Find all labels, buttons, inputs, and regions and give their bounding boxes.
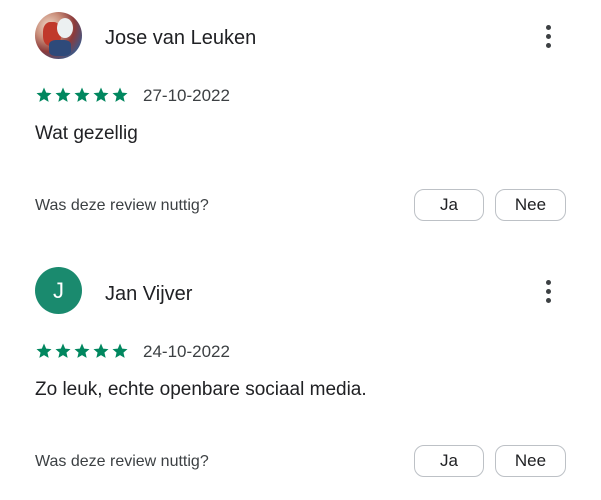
helpful-yes-button[interactable]: Ja — [414, 189, 484, 221]
review-card: J Jan Vijver 24-10-2022 Zo leuk, echte o… — [0, 256, 601, 496]
star-icon — [55, 87, 71, 102]
star-icon — [112, 87, 128, 102]
star-rating — [35, 342, 129, 360]
star-icon — [74, 87, 90, 102]
star-icon — [112, 343, 128, 358]
review-text: Zo leuk, echte openbare sociaal media. — [35, 379, 367, 400]
review-date: 24-10-2022 — [143, 342, 230, 361]
star-icon — [93, 87, 109, 102]
star-icon — [74, 343, 90, 358]
user-avatar-photo — [35, 12, 82, 59]
star-icon — [93, 343, 109, 358]
star-icon — [55, 343, 71, 358]
helpful-no-button[interactable]: Nee — [495, 189, 566, 221]
review-author: Jose van Leuken — [105, 27, 257, 49]
star-icon — [36, 343, 52, 358]
review-date: 27-10-2022 — [143, 86, 230, 105]
helpful-question: Was deze review nuttig? — [35, 197, 209, 214]
more-options-menu-icon[interactable] — [534, 19, 562, 53]
helpful-no-button[interactable]: Nee — [495, 445, 566, 477]
review-card: Jose van Leuken 27-10-2022 Wat gezellig … — [0, 0, 601, 240]
helpful-yes-button[interactable]: Ja — [414, 445, 484, 477]
user-avatar-letter: J — [35, 267, 82, 314]
review-text: Wat gezellig — [35, 123, 138, 144]
star-icon — [36, 87, 52, 102]
review-author: Jan Vijver — [105, 283, 193, 305]
star-rating — [35, 86, 129, 104]
more-options-menu-icon[interactable] — [534, 274, 562, 308]
helpful-question: Was deze review nuttig? — [35, 453, 209, 470]
